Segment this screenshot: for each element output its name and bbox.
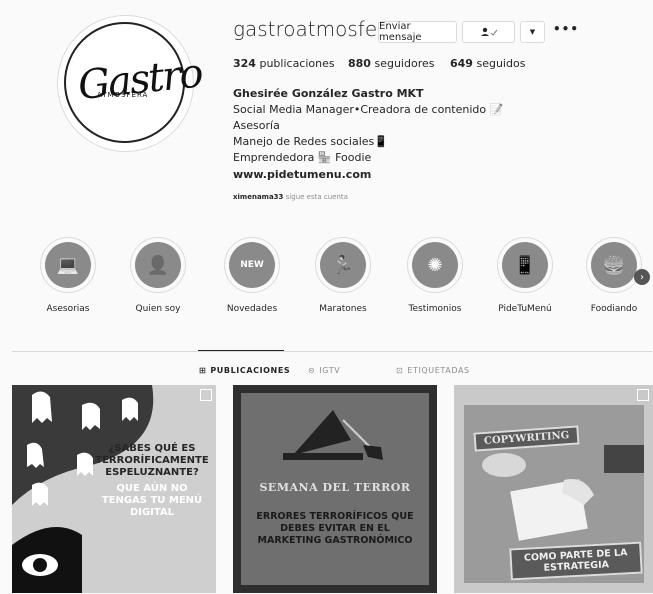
grid-icon: ⊞ [199,366,207,375]
post-title: SEMANA DEL TERROR [259,481,411,494]
profile-username: gastroatmosfera [233,17,398,41]
logo-subtext: ATMOSFERA [97,91,149,99]
suggestions-dropdown-button[interactable]: ▼ [520,21,545,43]
following-stat[interactable]: 649 seguidos [450,57,525,70]
person-icon: 👤 [135,242,181,288]
post-thumbnail[interactable]: COPYWRITING COMO PARTE DE LA ESTRATEGIA [454,385,653,593]
bio-full-name: Ghesirée González Gastro MKT [233,87,424,100]
tab-label: IGTV [319,366,341,375]
highlight-label: Novedades [226,304,278,314]
highlight-testimonios[interactable]: ✺ Testimonios [405,237,465,314]
post-caption: ERRORES TERRORÍFICOS QUE DEBES EVITAR EN … [256,511,414,546]
bio-line: Social Media Manager•Creadora de conteni… [233,103,504,116]
avatar-logo: Gastro ATMOSFERA [64,22,204,143]
post-thumbnail[interactable]: ¿SABES QUÉ ES TERRORÍFICAMENTE ESPELUZNANT… [12,385,216,593]
followers-stat[interactable]: 880 seguidores [348,57,434,70]
tab-label: ETIQUETADAS [407,366,470,375]
highlight-label: Testimonios [408,304,462,314]
phone-icon: 📱 [502,242,548,288]
tag-icon: ⊡ [396,366,404,375]
more-options-button[interactable]: ••• [553,22,579,36]
igtv-icon: ⊝ [308,366,316,375]
tab-label: PUBLICACIONES [210,366,291,375]
highlight-quien-soy[interactable]: 👤 Quien soy [128,237,188,314]
chevron-right-icon: › [640,271,644,283]
active-tab-indicator [198,350,284,351]
following-button[interactable] [462,21,515,43]
tab-publicaciones[interactable]: ⊞ PUBLICACIONES [199,366,290,375]
post-caption: ¿SABES QUÉ ES TERRORÍFICAMENTE ESPELUZNANT… [95,443,209,518]
followed-by-text: ximenama33 sigue esta cuenta [233,193,348,201]
highlight-pidetumenu[interactable]: 📱 PideTuMenú [495,237,555,314]
runner-icon: 🏃 [320,242,366,288]
bio-line: Asesoría [233,119,280,132]
highlights-next-button[interactable]: › [634,269,650,285]
bio-line: Manejo de Redes sociales📱 [233,135,388,148]
tab-etiquetadas[interactable]: ⊡ ETIQUETADAS [396,366,470,375]
highlight-label: PideTuMenú [498,304,552,314]
logo-text: Gastro [75,50,204,110]
new-badge-icon: NEW [229,242,275,288]
tab-igtv[interactable]: ⊝ IGTV [308,366,340,375]
highlight-maratones[interactable]: 🏃 Maratones [313,237,373,314]
bio-line: Emprendedora 🏪 Foodie [233,151,372,164]
highlight-novedades[interactable]: NEW Novedades [222,237,282,314]
profile-avatar[interactable]: Gastro ATMOSFERA [57,15,204,152]
tabs-divider [12,351,652,352]
highlight-label: Maratones [319,304,367,314]
sparkle-icon: ✺ [412,242,458,288]
person-check-icon [480,27,497,36]
chevron-down-icon: ▼ [529,28,536,36]
posts-count-stat: 324 publicaciones [233,57,335,70]
post-thumbnail[interactable]: SEMANA DEL TERROR ERRORES TERRORÍFICOS Q… [233,385,437,593]
highlight-label: Quien soy [135,304,181,314]
followed-by-user-link[interactable]: ximenama33 [233,193,283,201]
multi-post-icon [200,389,212,401]
multi-post-icon [637,389,649,401]
highlight-asesorias[interactable]: 💻 Asesorias [38,237,98,314]
highlight-label: Asesorias [46,304,90,314]
bio-website-link[interactable]: www.pidetumenu.com [233,167,371,183]
highlight-label: Foodiando [590,304,638,314]
laptop-icon: 💻 [45,242,91,288]
send-message-button[interactable]: Enviar mensaje [378,21,457,43]
food-icon: 🍔 [591,242,637,288]
